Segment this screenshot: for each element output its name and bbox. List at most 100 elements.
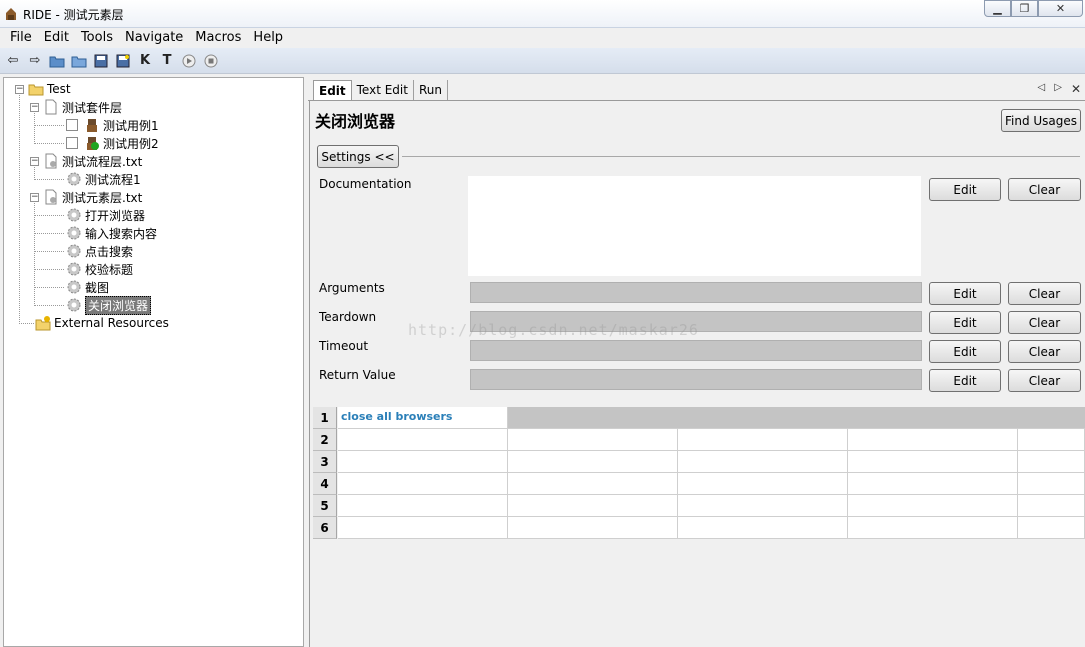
menu-tools[interactable]: Tools <box>75 28 119 48</box>
tree-item-kw1[interactable]: 打开浏览器 <box>66 206 145 224</box>
grid-cell[interactable] <box>508 407 1085 429</box>
run-icon[interactable] <box>180 52 198 70</box>
grid-cell[interactable] <box>848 495 1018 517</box>
timeout-field[interactable] <box>470 340 922 361</box>
tab-close-icon[interactable]: ✕ <box>1071 82 1081 96</box>
grid-cell[interactable]: close all browsers <box>338 407 508 429</box>
tree-item-case1[interactable]: 测试用例1 <box>66 116 159 134</box>
grid-cell[interactable] <box>508 429 678 451</box>
tab-next-icon[interactable]: ▷ <box>1054 82 1062 96</box>
open-project-icon[interactable] <box>48 52 66 70</box>
tree-item-flow-file[interactable]: − 测试流程层.txt <box>30 152 142 170</box>
minimize-button[interactable]: ▁ <box>984 0 1011 17</box>
case1-checkbox[interactable] <box>66 119 78 131</box>
grid-cell[interactable] <box>678 495 848 517</box>
return-value-field[interactable] <box>470 369 922 390</box>
tree-item-kw5[interactable]: 截图 <box>66 278 109 296</box>
grid-cell[interactable] <box>848 473 1018 495</box>
tree-item-suite[interactable]: − 测试套件层 <box>30 98 122 116</box>
tree-item-root[interactable]: − Test <box>15 80 71 98</box>
menu-edit[interactable]: Edit <box>38 28 75 48</box>
menu-file[interactable]: File <box>4 28 38 48</box>
row-number[interactable]: 5 <box>313 495 337 517</box>
row-number[interactable]: 3 <box>313 451 337 473</box>
grid-cell[interactable] <box>338 429 508 451</box>
timeout-clear-button[interactable]: Clear <box>1008 340 1081 363</box>
grid-cell[interactable] <box>848 517 1018 539</box>
grid-cell[interactable] <box>338 495 508 517</box>
save-icon[interactable] <box>92 52 110 70</box>
teardown-clear-button[interactable]: Clear <box>1008 311 1081 334</box>
grid-cell[interactable] <box>678 429 848 451</box>
case2-checkbox[interactable] <box>66 137 78 149</box>
tree-item-kw2[interactable]: 输入搜索内容 <box>66 224 157 242</box>
grid-cell[interactable] <box>678 473 848 495</box>
keyword-editor: 关闭浏览器 Find Usages Settings << Documentat… <box>309 101 1085 647</box>
documentation-clear-button[interactable]: Clear <box>1008 178 1081 201</box>
timeout-edit-button[interactable]: Edit <box>929 340 1001 363</box>
grid-cell[interactable] <box>1018 517 1085 539</box>
tree-item-kw4[interactable]: 校验标题 <box>66 260 133 278</box>
tree-item-kw3[interactable]: 点击搜索 <box>66 242 133 260</box>
tree-label-kw4: 校验标题 <box>85 262 134 277</box>
tab-text-edit[interactable]: Text Edit <box>352 80 414 101</box>
grid-cell[interactable] <box>678 451 848 473</box>
settings-toggle-button[interactable]: Settings << <box>317 145 399 168</box>
arguments-edit-button[interactable]: Edit <box>929 282 1001 305</box>
grid-cell[interactable] <box>508 473 678 495</box>
toolbar: ⇦ ⇨ K T <box>0 48 1085 74</box>
menu-navigate[interactable]: Navigate <box>119 28 189 48</box>
grid-cell[interactable] <box>848 451 1018 473</box>
return-value-edit-button[interactable]: Edit <box>929 369 1001 392</box>
tab-edit[interactable]: Edit <box>313 80 352 101</box>
documentation-field[interactable] <box>468 176 921 276</box>
tree-item-element-file[interactable]: − 测试元素层.txt <box>30 188 142 206</box>
arguments-field[interactable] <box>470 282 922 303</box>
row-number[interactable]: 4 <box>313 473 337 495</box>
grid-cell[interactable] <box>338 451 508 473</box>
collapse-icon[interactable]: − <box>15 84 24 94</box>
grid-cell[interactable] <box>1018 451 1085 473</box>
open-directory-icon[interactable] <box>70 52 88 70</box>
documentation-edit-button[interactable]: Edit <box>929 178 1001 201</box>
tree-item-case2[interactable]: 测试用例2 <box>66 134 159 152</box>
tree-item-external-resources[interactable]: External Resources <box>35 314 169 332</box>
grid-cell[interactable] <box>508 451 678 473</box>
save-all-icon[interactable] <box>114 52 132 70</box>
maximize-button[interactable]: ❐ <box>1011 0 1038 17</box>
return-value-clear-button[interactable]: Clear <box>1008 369 1081 392</box>
row-number[interactable]: 6 <box>313 517 337 539</box>
menu-macros[interactable]: Macros <box>189 28 247 48</box>
tree-item-kw6-selected[interactable]: 关闭浏览器 <box>66 295 152 315</box>
grid-cell[interactable] <box>678 517 848 539</box>
tree-item-flow1[interactable]: 测试流程1 <box>66 170 141 188</box>
search-keywords-icon[interactable]: K <box>136 52 154 70</box>
search-tests-icon[interactable]: T <box>158 52 176 70</box>
grid-cell[interactable] <box>508 495 678 517</box>
row-number[interactable]: 1 <box>313 407 337 429</box>
grid-cell[interactable] <box>1018 473 1085 495</box>
row-number[interactable]: 2 <box>313 429 337 451</box>
tab-prev-icon[interactable]: ◁ <box>1038 82 1046 96</box>
tab-run[interactable]: Run <box>414 80 448 101</box>
ride-app-icon <box>6 8 16 20</box>
grid-cell[interactable] <box>338 473 508 495</box>
grid-cell[interactable] <box>1018 429 1085 451</box>
forward-icon[interactable]: ⇨ <box>26 52 44 70</box>
grid-cell[interactable] <box>1018 495 1085 517</box>
close-button[interactable]: ✕ <box>1038 0 1083 17</box>
grid-cell[interactable] <box>508 517 678 539</box>
grid-cell[interactable] <box>848 429 1018 451</box>
collapse-icon[interactable]: − <box>30 102 39 112</box>
collapse-icon[interactable]: − <box>30 156 39 166</box>
stop-icon[interactable] <box>202 52 220 70</box>
table-row: 5 <box>313 495 1085 517</box>
arguments-clear-button[interactable]: Clear <box>1008 282 1081 305</box>
grid-cell[interactable] <box>338 517 508 539</box>
back-icon[interactable]: ⇦ <box>4 52 22 70</box>
title-bar: RIDE - 测试元素层 ▁ ❐ ✕ <box>0 0 1085 28</box>
find-usages-button[interactable]: Find Usages <box>1001 109 1081 132</box>
teardown-edit-button[interactable]: Edit <box>929 311 1001 334</box>
menu-help[interactable]: Help <box>247 28 289 48</box>
collapse-icon[interactable]: − <box>30 192 39 202</box>
